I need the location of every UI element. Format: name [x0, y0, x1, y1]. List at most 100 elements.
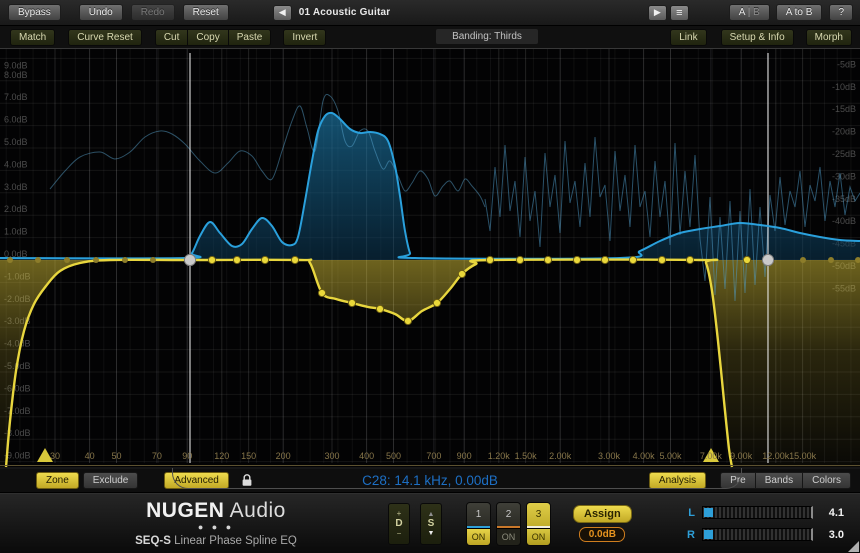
redo-button[interactable]: Redo	[131, 4, 175, 21]
freq-axis-label: 12.00k	[762, 451, 790, 461]
db-axis-label: 4.0dB	[4, 159, 28, 169]
spectrum-axis-label: -30dB	[832, 171, 856, 181]
meter-left-fill	[704, 508, 713, 517]
preset-name[interactable]: 01 Acoustic Guitar	[299, 7, 391, 18]
footer: NUGEN Audio ● ● ● SEQ-S Linear Phase Spl…	[0, 493, 860, 553]
zone-button[interactable]: Zone	[36, 472, 79, 489]
channel-1-on-button[interactable]: ON	[467, 528, 490, 545]
eq-control-point-inactive	[800, 257, 806, 263]
eq-control-point	[629, 256, 636, 263]
advanced-button[interactable]: Advanced	[164, 472, 228, 489]
meter-right-fill	[704, 530, 713, 539]
assign-button[interactable]: Assign	[573, 505, 632, 523]
channel-3-button[interactable]: 3 ON	[526, 502, 551, 546]
eq-graph[interactable]: 9.0dB8.0dB7.0dB6.0dB5.0dB4.0dB3.0dB2.0dB…	[0, 49, 860, 469]
channel-2-button[interactable]: 2 ON	[496, 502, 521, 546]
resize-grip[interactable]	[848, 541, 859, 552]
eq-control-point	[486, 256, 493, 263]
help-button[interactable]: ?	[829, 4, 853, 21]
freq-axis-label: 300	[324, 451, 339, 461]
colors-button[interactable]: Colors	[803, 472, 851, 489]
lock-icon[interactable]	[241, 474, 253, 487]
eq-control-point	[433, 299, 440, 306]
zone-handle	[184, 254, 195, 265]
product-description: Linear Phase Spline EQ	[171, 535, 297, 547]
spectrum-average-line	[50, 94, 485, 207]
channel-3-on-button[interactable]: ON	[527, 528, 550, 545]
meter-right-label: R	[685, 529, 695, 541]
freq-axis-label: 3.00k	[598, 451, 621, 461]
meter-right-value: 3.0	[820, 529, 844, 541]
exclude-button[interactable]: Exclude	[83, 472, 139, 489]
eq-control-point-inactive	[35, 257, 41, 263]
freq-axis-label: 200	[276, 451, 291, 461]
eq-control-point	[348, 299, 355, 306]
freq-axis-label: 40	[85, 451, 95, 461]
morph-button[interactable]: Morph	[806, 29, 852, 46]
freq-axis-label: 150	[241, 451, 256, 461]
preset-next-icon[interactable]: ▶	[648, 5, 667, 21]
spectrum-axis-label: -40dB	[832, 216, 856, 226]
eq-gain-fill	[0, 260, 860, 467]
spectrum-axis-label: -10dB	[832, 82, 856, 92]
brand-logo: NUGEN Audio ● ● ● SEQ-S Linear Phase Spl…	[70, 500, 362, 548]
db-axis-label: 5.0dB	[4, 137, 28, 147]
solo-selector-button[interactable]: ▲ S ▼	[420, 503, 442, 545]
channel-3-number: 3	[527, 503, 550, 526]
brand-dots: ● ● ●	[70, 523, 362, 532]
meter-left: L 4.1	[685, 506, 844, 519]
freq-axis-label: 700	[426, 451, 441, 461]
bands-button[interactable]: Bands	[756, 472, 803, 489]
db-axis-label: 8.0dB	[4, 70, 28, 80]
edit-toolbar: Match Curve Reset Cut Copy Paste Invert …	[0, 26, 860, 49]
channel-strip: 1 ON 2 ON 3 ON	[466, 502, 551, 546]
copy-button[interactable]: Copy	[188, 29, 228, 46]
delta-gain-button[interactable]: + D −	[388, 503, 410, 545]
freq-axis-label: 5.00k	[659, 451, 682, 461]
db-axis-label: 3.0dB	[4, 182, 28, 192]
banding-selector[interactable]: Banding: Thirds	[436, 29, 538, 44]
channel-2-on-button[interactable]: ON	[497, 528, 520, 545]
gain-readout[interactable]: 0.0dB	[579, 527, 625, 542]
minus-icon: −	[397, 530, 402, 538]
zone-handle	[762, 254, 773, 265]
match-button[interactable]: Match	[10, 29, 55, 46]
freq-axis-label: 7.00k	[700, 451, 723, 461]
meter-right-track	[702, 528, 813, 541]
eq-control-point	[208, 256, 215, 263]
freq-axis-label: 1.20k	[488, 451, 511, 461]
invert-button[interactable]: Invert	[283, 29, 326, 46]
preset-prev-icon[interactable]: ◀	[273, 5, 292, 21]
freq-axis-label: 120	[214, 451, 229, 461]
ab-compare-button[interactable]: A | B	[729, 4, 770, 21]
pre-button[interactable]: Pre	[720, 472, 756, 489]
ab-separator: |	[745, 7, 753, 18]
brand-name-light: Audio	[224, 499, 285, 522]
channel-1-button[interactable]: 1 ON	[466, 502, 491, 546]
eq-control-point-inactive	[93, 257, 99, 263]
product-name: SEQ-S	[135, 535, 171, 547]
freq-axis-label: 50	[111, 451, 121, 461]
eq-control-point	[233, 256, 240, 263]
freq-axis-label: 500	[386, 451, 401, 461]
reset-button[interactable]: Reset	[183, 4, 229, 21]
preset-list-icon[interactable]: ≡	[670, 5, 689, 21]
eq-control-point	[601, 256, 608, 263]
spectrum-axis-label: -25dB	[832, 149, 856, 159]
curve-reset-button[interactable]: Curve Reset	[68, 29, 142, 46]
seq-s-plugin-window: Bypass Undo Redo Reset ◀ 01 Acoustic Gui…	[0, 0, 860, 553]
plus-icon: +	[397, 510, 402, 518]
a-to-b-button[interactable]: A to B	[776, 4, 823, 21]
spectrum-axis-label: -5dB	[837, 59, 856, 69]
arrow-up-icon: ▲	[428, 511, 435, 518]
undo-button[interactable]: Undo	[79, 4, 123, 21]
cut-button[interactable]: Cut	[155, 29, 189, 46]
analysis-button[interactable]: Analysis	[649, 472, 706, 489]
bypass-button[interactable]: Bypass	[8, 4, 61, 21]
setup-info-button[interactable]: Setup & Info	[721, 29, 794, 46]
db-axis-label: 1.0dB	[4, 227, 28, 237]
ab-b-label: B	[753, 7, 760, 18]
link-button[interactable]: Link	[670, 29, 706, 46]
paste-button[interactable]: Paste	[229, 29, 272, 46]
eq-control-point	[458, 270, 465, 277]
